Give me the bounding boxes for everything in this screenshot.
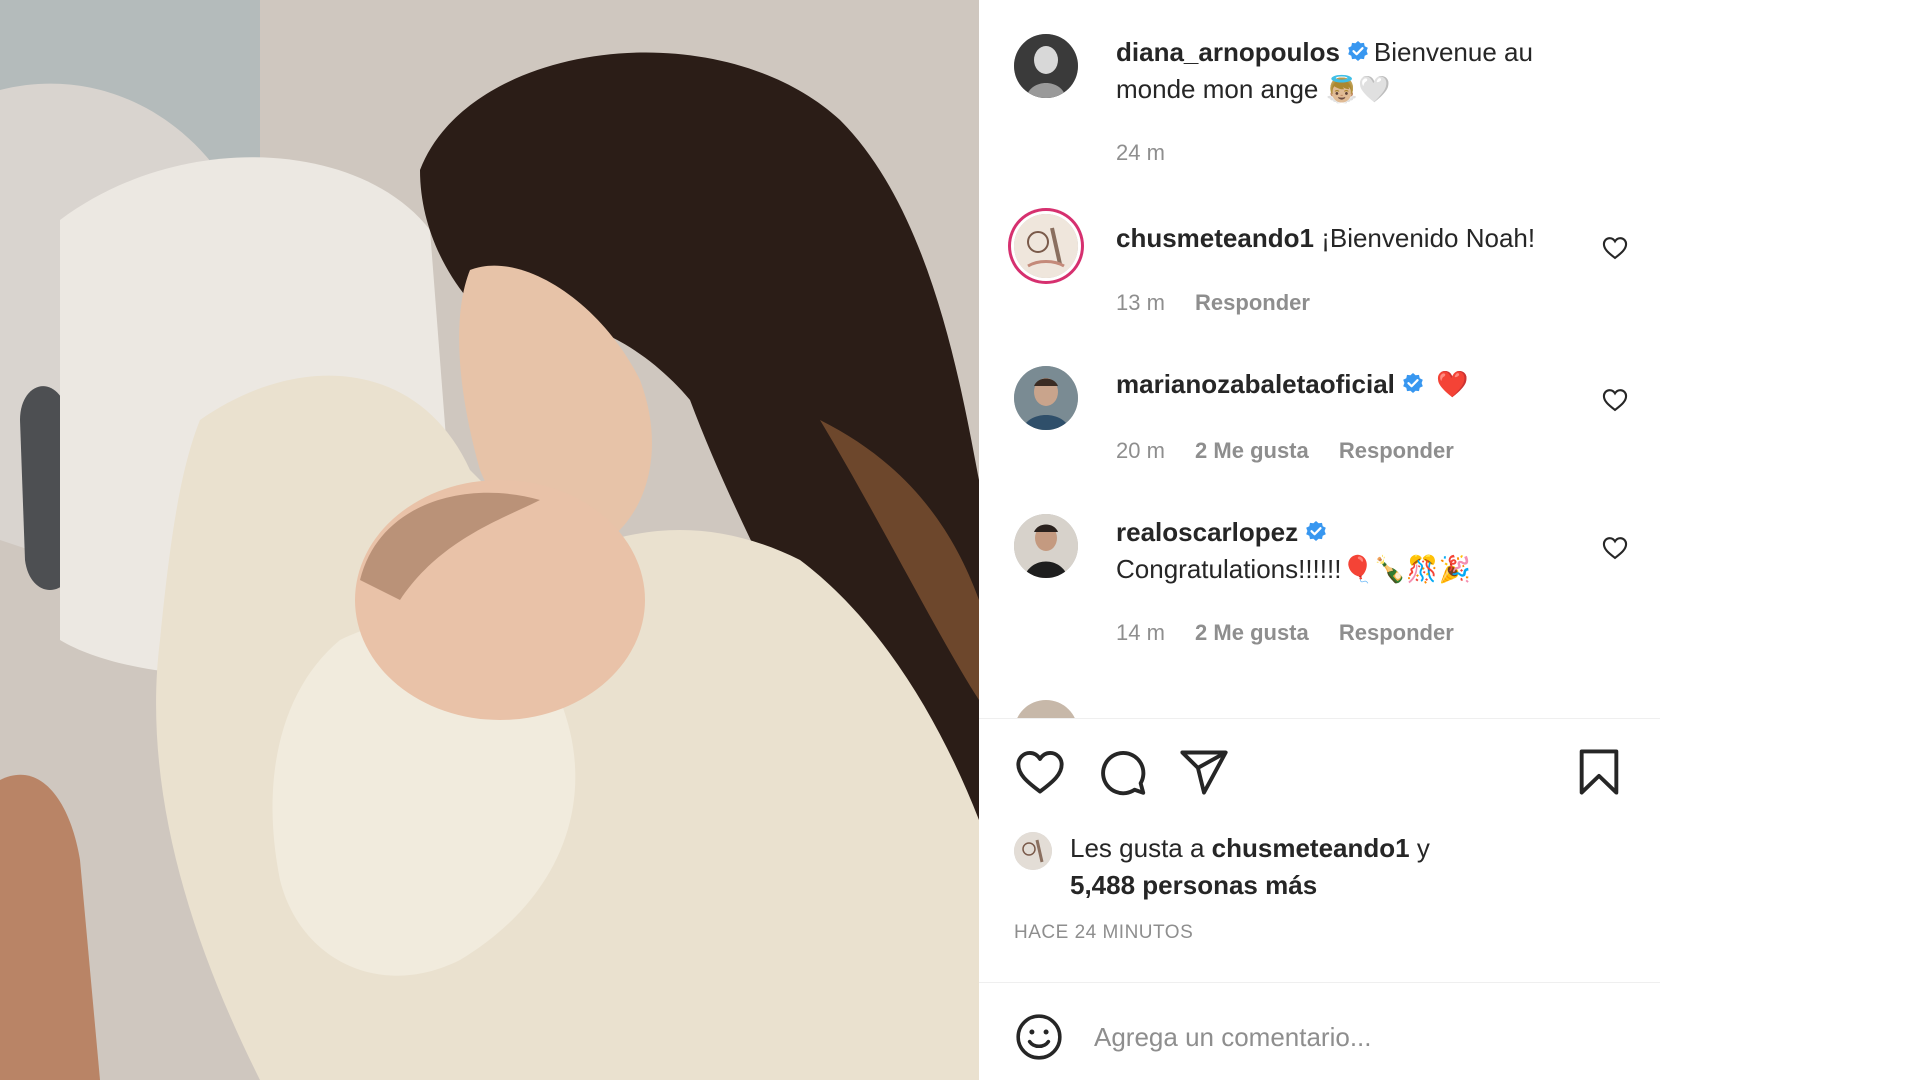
comment-text: chusmeteando1 ¡Bienvenido Noah! bbox=[1116, 220, 1556, 257]
comment-time[interactable]: 20 m bbox=[1116, 438, 1165, 463]
caption-time[interactable]: 24 m bbox=[1116, 140, 1165, 165]
comment-username[interactable]: chusmeteando1 bbox=[1116, 223, 1314, 253]
likes-text: Les gusta a chusmeteando1 y 5,488 person… bbox=[1070, 830, 1610, 904]
likes-username[interactable]: chusmeteando1 bbox=[1212, 833, 1410, 863]
author-avatar-image bbox=[1014, 34, 1078, 98]
comment-likes-count[interactable]: 2 Me gusta bbox=[1195, 438, 1309, 463]
commenter-avatar-image bbox=[1014, 214, 1078, 278]
likes-join: y bbox=[1416, 833, 1430, 863]
post-photo[interactable] bbox=[0, 0, 979, 1080]
comments-list[interactable]: diana_arnopoulos Bienvenue au monde mon a… bbox=[979, 0, 1660, 718]
comment-reply-button[interactable]: Responder bbox=[1195, 290, 1310, 315]
author-avatar[interactable] bbox=[1014, 34, 1078, 98]
add-comment-input[interactable] bbox=[1092, 1006, 1616, 1068]
caption-meta: 24 m bbox=[1116, 140, 1189, 166]
comment-like-heart-icon[interactable] bbox=[1601, 386, 1629, 414]
comment-body: ❤️ bbox=[1436, 369, 1469, 399]
comment-meta: 20 m 2 Me gusta Responder bbox=[1116, 438, 1478, 464]
comments-divider bbox=[979, 718, 1660, 719]
likes-prefix: Les gusta a bbox=[1070, 833, 1205, 863]
like-heart-icon[interactable] bbox=[1014, 746, 1066, 798]
comment-meta: 14 m 2 Me gusta Responder bbox=[1116, 620, 1478, 646]
comment-body: ¡Bienvenido Noah! bbox=[1321, 223, 1536, 253]
comment-time[interactable]: 13 m bbox=[1116, 290, 1165, 315]
bookmark-icon[interactable] bbox=[1573, 746, 1625, 798]
comment-username[interactable]: marianozabaletaoficial bbox=[1116, 369, 1395, 399]
comment-time[interactable]: 14 m bbox=[1116, 620, 1165, 645]
liker-avatar-image bbox=[1014, 832, 1052, 870]
post-timestamp[interactable]: HACE 24 MINUTOS bbox=[1014, 922, 1193, 944]
caption-text: diana_arnopoulos Bienvenue au monde mon a… bbox=[1116, 34, 1556, 108]
comment-icon[interactable] bbox=[1096, 746, 1148, 798]
likes-count[interactable]: 5,488 personas más bbox=[1070, 870, 1317, 900]
verified-badge-icon bbox=[1403, 373, 1423, 393]
post-sidebar: diana_arnopoulos Bienvenue au monde mon a… bbox=[979, 0, 1660, 1080]
commenter-avatar[interactable] bbox=[1014, 366, 1078, 430]
comment-like-heart-icon[interactable] bbox=[1601, 534, 1629, 562]
commenter-avatar-image bbox=[1014, 514, 1078, 578]
verified-badge-icon bbox=[1348, 41, 1368, 61]
commenter-avatar-image bbox=[1014, 366, 1078, 430]
comment-reply-button[interactable]: Responder bbox=[1339, 620, 1454, 645]
comment-username[interactable]: realoscarlopez bbox=[1116, 517, 1298, 547]
comment-reply-button[interactable]: Responder bbox=[1339, 438, 1454, 463]
commenter-avatar[interactable] bbox=[1014, 214, 1078, 278]
send-icon[interactable] bbox=[1178, 746, 1230, 798]
comment-like-heart-icon[interactable] bbox=[1601, 234, 1629, 262]
liker-avatar[interactable] bbox=[1014, 832, 1052, 870]
comment-text: realoscarlopez Congratulations!!!!!!🎈🍾🎊🎉 bbox=[1116, 514, 1556, 588]
comment-meta: 13 m Responder bbox=[1116, 290, 1334, 316]
comment-likes-count[interactable]: 2 Me gusta bbox=[1195, 620, 1309, 645]
comment-text: marianozabaletaoficial ❤️ bbox=[1116, 366, 1556, 403]
verified-badge-icon bbox=[1306, 521, 1326, 541]
comment-body: Congratulations!!!!!!🎈🍾🎊🎉 bbox=[1116, 554, 1471, 584]
smiley-icon[interactable] bbox=[1014, 1012, 1064, 1062]
photo-illustration bbox=[0, 0, 979, 1080]
author-username[interactable]: diana_arnopoulos bbox=[1116, 37, 1340, 67]
add-comment-bar bbox=[979, 982, 1660, 1080]
commenter-avatar[interactable] bbox=[1014, 700, 1078, 718]
commenter-avatar[interactable] bbox=[1014, 514, 1078, 578]
